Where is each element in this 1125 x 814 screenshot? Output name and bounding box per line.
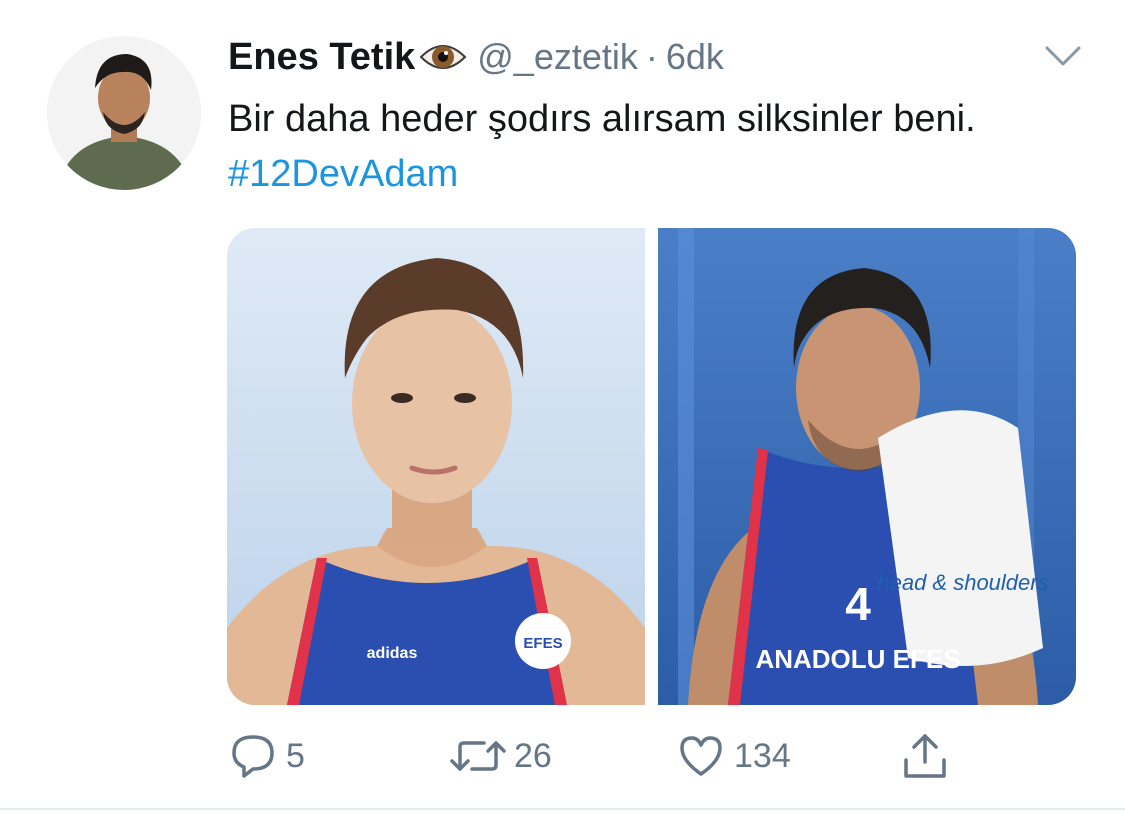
- like-button[interactable]: 134: [676, 726, 791, 786]
- divider: [0, 808, 1125, 810]
- reply-icon: [232, 735, 274, 778]
- media-photo-2[interactable]: head & shoulders ANADOLU EFES 4: [658, 228, 1076, 705]
- like-count: 134: [734, 736, 791, 775]
- avatar-photo: [47, 36, 201, 190]
- display-name[interactable]: Enes Tetik: [228, 36, 415, 79]
- tweet-header: Enes Tetik @_eztetik · 6dk: [228, 34, 724, 80]
- separator-dot: ·: [645, 36, 658, 77]
- timestamp[interactable]: 6dk: [666, 36, 724, 78]
- tweet-body: Bir daha heder şodırs alırsam silksinler…: [228, 98, 976, 140]
- media-photo-1-text: adidas: [367, 645, 418, 662]
- tweet-text: Bir daha heder şodırs alırsam silksinler…: [228, 92, 1088, 202]
- reply-count: 5: [286, 736, 305, 775]
- svg-text:EFES: EFES: [523, 635, 562, 652]
- tweet-media: EFES adidas head & shoulders ANADOLU EFE…: [227, 228, 1076, 705]
- retweet-icon: [450, 741, 506, 771]
- hashtag-link[interactable]: #12DevAdam: [228, 153, 458, 195]
- share-icon: [904, 734, 946, 778]
- media-photo-2-number: 4: [845, 578, 871, 630]
- share-button[interactable]: [900, 726, 950, 786]
- retweet-count: 26: [514, 736, 552, 775]
- handle[interactable]: @_eztetik: [477, 36, 638, 78]
- media-photo-1[interactable]: EFES adidas: [227, 228, 645, 705]
- chevron-down-icon[interactable]: [1044, 44, 1082, 68]
- eye-emoji-icon: [419, 37, 467, 77]
- media-gap: [645, 228, 658, 705]
- media-photo-2-text: head & shoulders: [877, 570, 1048, 595]
- tweet-actions: 5 26 134: [0, 726, 1125, 786]
- avatar[interactable]: [47, 36, 201, 190]
- retweet-button[interactable]: 26: [450, 726, 552, 786]
- heart-icon: [680, 736, 722, 776]
- reply-button[interactable]: 5: [228, 726, 305, 786]
- media-photo-2-text-2: ANADOLU EFES: [755, 644, 960, 674]
